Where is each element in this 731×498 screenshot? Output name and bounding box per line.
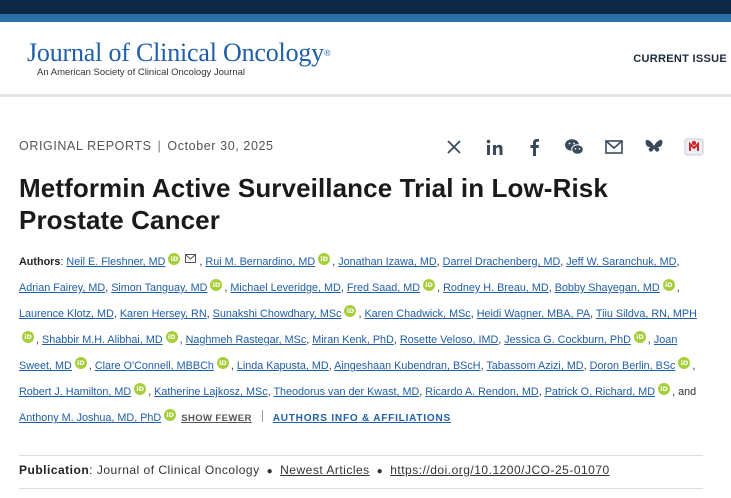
author-link[interactable]: Clare O'Connell, MBBCh xyxy=(95,360,214,372)
author-link[interactable]: Theodorus van der Kwast, MD xyxy=(273,386,419,398)
author-link[interactable]: Patrick O. Richard, MD xyxy=(545,386,655,398)
author-link[interactable]: Darrel Drachenberg, MD xyxy=(443,256,561,268)
meta-separator: | xyxy=(157,139,162,153)
publication-label: Publication xyxy=(19,463,90,477)
authors-info-link[interactable]: AUTHORS INFO & AFFILIATIONS xyxy=(273,413,451,424)
author-link[interactable]: Aingeshaan Kubendran, BScH xyxy=(334,360,480,372)
top-bar xyxy=(0,0,731,14)
journal-logo[interactable]: Journal of Clinical Oncology® An America… xyxy=(27,38,331,79)
logo-subtitle: An American Society of Clinical Oncology… xyxy=(37,67,246,78)
newest-articles-link[interactable]: Newest Articles xyxy=(280,463,370,477)
author-link[interactable]: Rodney H. Breau, MD xyxy=(443,282,549,294)
authors-label: Authors xyxy=(19,256,61,268)
and-text: , and xyxy=(672,386,697,398)
facebook-icon[interactable] xyxy=(524,137,544,157)
orcid-icon[interactable]: iD xyxy=(318,253,331,265)
email-icon[interactable] xyxy=(185,247,197,273)
author-link[interactable]: Neil E. Fleshner, MD xyxy=(66,256,165,268)
article-title: Metformin Active Surveillance Trial in L… xyxy=(19,173,608,235)
orcid-icon[interactable]: iD xyxy=(658,383,671,395)
author-link[interactable]: Shabbir M.H. Alibhai, MD xyxy=(42,334,163,346)
author-link[interactable]: Jonathan Izawa, MD xyxy=(338,256,436,268)
orcid-icon[interactable]: iD xyxy=(423,279,436,291)
author-link[interactable]: Miran Kenk, PhD xyxy=(312,334,394,346)
author-link[interactable]: Linda Kapusta, MD xyxy=(237,360,329,372)
header-divider xyxy=(0,94,731,97)
x-icon[interactable] xyxy=(444,137,464,157)
author-link[interactable]: Laurence Klotz, MD xyxy=(19,308,114,320)
author-link[interactable]: Heidi Wagner, MBA, PA xyxy=(477,308,590,320)
email-icon[interactable] xyxy=(604,137,624,157)
site-header: Journal of Clinical Oncology® An America… xyxy=(0,22,731,95)
orcid-icon[interactable]: iD xyxy=(134,383,147,395)
orcid-icon[interactable]: iD xyxy=(165,331,178,343)
author-link[interactable]: Anthony M. Joshua, MD, PhD xyxy=(19,412,161,424)
divider xyxy=(19,455,703,456)
nav-current-issue[interactable]: CURRENT ISSUE xyxy=(633,53,727,65)
bullet: ● xyxy=(376,466,384,477)
wechat-icon[interactable] xyxy=(564,137,584,157)
orcid-icon[interactable]: iD xyxy=(662,279,675,291)
article-date: October 30, 2025 xyxy=(167,139,274,153)
author-link[interactable]: Naghmeh Rastegar, MSc xyxy=(186,334,307,346)
author-link[interactable]: Ricardo A. Rendon, MD xyxy=(425,386,538,398)
author-link[interactable]: Doron Berlin, BSc xyxy=(590,360,676,372)
doi-link[interactable]: https://doi.org/10.1200/JCO-25-01070 xyxy=(390,463,609,477)
publication-line: Publication: Journal of Clinical Oncolog… xyxy=(19,463,610,477)
orcid-icon[interactable]: iD xyxy=(344,305,357,317)
author-link[interactable]: Bobby Shayegan, MD xyxy=(555,282,660,294)
author-link[interactable]: Katherine Lajkosz, MSc xyxy=(154,386,267,398)
logo-title: Journal of Clinical Oncology® xyxy=(27,38,331,67)
author-link[interactable]: Tiiu Sildva, RN, MPH xyxy=(596,308,697,320)
author-link[interactable]: Karen Chadwick, MSc xyxy=(364,308,470,320)
orcid-icon[interactable]: iD xyxy=(74,357,87,369)
author-link[interactable]: Rosette Veloso, IMD xyxy=(400,334,498,346)
author-link[interactable]: Simon Tanguay, MD xyxy=(111,282,207,294)
author-link[interactable]: Karen Hersey, RN xyxy=(120,308,207,320)
separator xyxy=(261,410,263,422)
bluesky-icon[interactable] xyxy=(644,137,664,157)
orcid-icon[interactable]: iD xyxy=(168,253,181,265)
divider xyxy=(19,488,703,489)
author-link[interactable]: Tabassom Azizi, MD xyxy=(486,360,583,372)
orcid-icon[interactable]: iD xyxy=(210,279,223,291)
article-type: ORIGINAL REPORTS xyxy=(19,139,152,153)
orcid-icon[interactable]: iD xyxy=(22,331,34,343)
orcid-icon[interactable]: iD xyxy=(633,331,646,343)
bullet: ● xyxy=(266,466,274,477)
mendeley-icon[interactable] xyxy=(684,137,704,157)
author-list: Authors: Neil E. Fleshner, MD iD, Rui M. … xyxy=(19,247,709,432)
author-link[interactable]: Jeff W. Saranchuk, MD xyxy=(566,256,676,268)
orcid-icon[interactable]: iD xyxy=(164,409,177,421)
publication-journal: Journal of Clinical Oncology xyxy=(96,463,260,477)
author-link[interactable]: Michael Leveridge, MD xyxy=(230,282,340,294)
share-toolbar xyxy=(444,137,704,157)
article-meta: ORIGINAL REPORTS | October 30, 2025 xyxy=(19,139,274,153)
show-fewer-button[interactable]: SHOW FEWER xyxy=(181,413,252,424)
orcid-icon[interactable]: iD xyxy=(216,357,229,369)
top-stripe xyxy=(0,14,731,22)
author-link[interactable]: Sunakshi Chowdhary, MSc xyxy=(213,308,342,320)
linkedin-icon[interactable] xyxy=(484,137,504,157)
author-link[interactable]: Rui M. Bernardino, MD xyxy=(205,256,315,268)
author-link[interactable]: Fred Saad, MD xyxy=(347,282,420,294)
author-link[interactable]: Robert J. Hamilton, MD xyxy=(19,386,131,398)
author-link[interactable]: Adrian Fairey, MD xyxy=(19,282,105,294)
author-link[interactable]: Jessica G. Cockburn, PhD xyxy=(504,334,631,346)
orcid-icon[interactable]: iD xyxy=(678,357,691,369)
